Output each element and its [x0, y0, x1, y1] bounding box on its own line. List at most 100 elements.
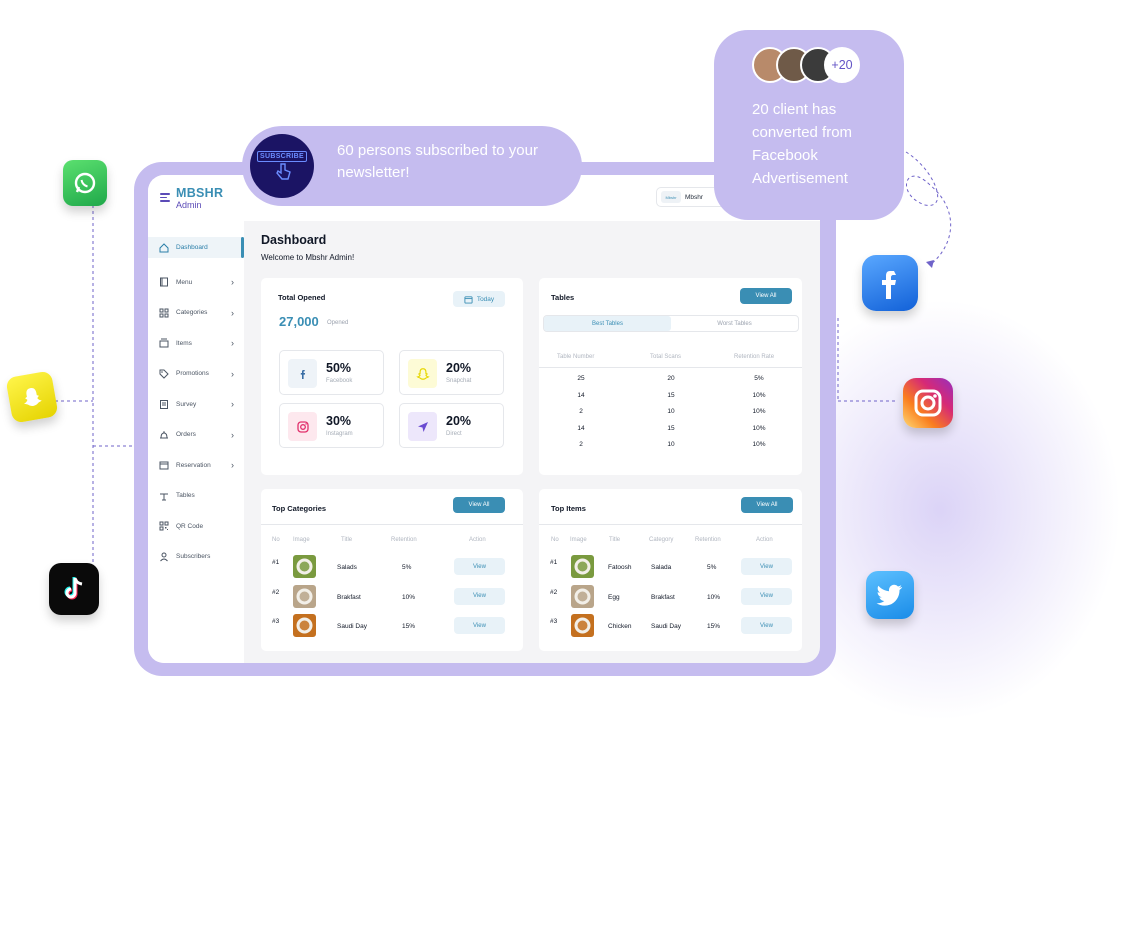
view-button[interactable]: View	[741, 587, 792, 605]
sidebar-item-label: Dashboard	[176, 244, 208, 251]
sidebar-item-promotions[interactable]: Promotions ›	[148, 359, 244, 390]
col-action: Action	[469, 537, 486, 543]
stat-percent: 20%	[446, 361, 472, 375]
table-header-divider	[539, 367, 802, 368]
facebook-conversion-text: 20 client has converted from Facebook Ad…	[752, 101, 853, 187]
table-icon	[159, 491, 169, 501]
categories-view-all-button[interactable]: View All	[453, 497, 505, 513]
row-retention: 5%	[707, 564, 717, 571]
tables-title: Tables	[551, 293, 575, 302]
sidebar-item-label: Promotions	[176, 370, 209, 378]
table-cell: 10	[667, 441, 675, 448]
tab-worst-tables[interactable]: Worst Tables	[671, 316, 798, 331]
tiktok-icon	[49, 563, 99, 615]
row-rank: #3	[550, 618, 558, 625]
menu-book-icon	[159, 277, 169, 287]
row-rank: #3	[272, 618, 280, 625]
row-category: Saudi Day	[651, 623, 681, 630]
stat-direct: 20% Direct	[399, 403, 504, 448]
stat-snapchat: 20% Snapchat	[399, 350, 504, 395]
sidebar-item-label: Tables	[176, 492, 195, 500]
total-opened-title: Total Opened	[278, 293, 326, 302]
stat-facebook: 50% Facebook	[279, 350, 384, 395]
sidebar: MBSHR Admin Dashboard Menu › Categories › Ite…	[148, 175, 244, 663]
table-cell: 15	[667, 391, 675, 399]
row-retention: 15%	[402, 623, 416, 630]
top-items-title: Top Items	[551, 504, 586, 513]
subscribe-icon-text: SUBSCRIBE	[257, 150, 307, 162]
sidebar-item-items[interactable]: Items ›	[148, 328, 244, 359]
qr-icon	[159, 521, 169, 531]
sidebar-item-label: Subscribers	[176, 553, 211, 561]
food-image	[571, 584, 594, 608]
home-icon	[159, 242, 169, 253]
tab-best-tables[interactable]: Best Tables	[544, 316, 671, 331]
sidebar-item-categories[interactable]: Categories ›	[148, 298, 244, 329]
chevron-right-icon: ›	[231, 307, 234, 318]
calendar-icon	[159, 460, 169, 470]
facebook-icon	[288, 359, 317, 388]
col-title: Title	[341, 537, 353, 543]
row-title: Fatoosh	[608, 564, 632, 571]
row-rank: #2	[272, 588, 280, 596]
sidebar-item-subscribers[interactable]: Subscribers	[148, 542, 244, 573]
sidebar-item-dashboard[interactable]: Dashboard	[148, 237, 244, 258]
col-action: Action	[756, 537, 773, 543]
sidebar-item-label: Survey	[176, 400, 197, 408]
tables-view-all-button[interactable]: View All	[740, 288, 792, 304]
chevron-right-icon: ›	[231, 399, 234, 410]
user-icon	[159, 552, 169, 562]
sidebar-item-orders[interactable]: Orders ›	[148, 420, 244, 451]
col-image: Image	[570, 537, 587, 543]
calendar-icon	[464, 295, 473, 304]
sidebar-item-qr-code[interactable]: QR Code	[148, 511, 244, 542]
sidebar-item-survey[interactable]: Survey ›	[148, 389, 244, 420]
tables-card: Tables View All Best Tables Worst Tables…	[539, 278, 802, 475]
col-image: Image	[293, 537, 310, 543]
table-cell: 10%	[752, 408, 766, 415]
total-opened-value: 27,000	[279, 314, 319, 329]
date-filter-button[interactable]: Today	[453, 291, 505, 307]
tables-tabs: Best Tables Worst Tables	[543, 315, 799, 332]
row-category: Salada	[651, 564, 672, 571]
table-row: #2 Egg Brakfast 10% View	[539, 584, 802, 609]
sidebar-item-tables[interactable]: Tables	[148, 481, 244, 512]
table-cell: 10%	[752, 424, 766, 432]
col-no: No	[551, 537, 559, 543]
view-button[interactable]: View	[741, 617, 792, 634]
view-button[interactable]: View	[454, 558, 505, 575]
col-category: Category	[649, 537, 674, 543]
chevron-right-icon: ›	[231, 277, 234, 288]
chevron-right-icon: ›	[231, 460, 234, 471]
sidebar-item-label: QR Code	[176, 522, 204, 530]
chevron-right-icon: ›	[231, 338, 234, 349]
stat-percent: 50%	[326, 361, 352, 375]
cloche-icon	[159, 430, 169, 440]
view-button[interactable]: View	[741, 558, 792, 575]
row-title: Salads	[337, 564, 357, 571]
subscribe-notification: SUBSCRIBE 60 persons subscribed to your …	[242, 126, 582, 206]
view-button[interactable]: View	[454, 587, 505, 605]
table-row: #2 Brakfast 10% View	[261, 584, 523, 609]
row-title: Brakfast	[337, 593, 361, 601]
stat-label: Snapchat	[446, 378, 472, 384]
stat-label: Facebook	[326, 378, 353, 384]
table-row: #3 Saudi Day 15% View	[261, 614, 523, 638]
snapchat-icon	[408, 359, 437, 388]
sidebar-item-label: Categories	[176, 309, 208, 317]
user-logo: Mbshr	[661, 191, 681, 203]
col-retention-rate: Retention Rate	[734, 354, 775, 360]
menu-toggle-icon[interactable]	[160, 193, 170, 204]
items-icon	[159, 338, 169, 348]
brand: MBSHR Admin	[160, 187, 223, 210]
facebook-icon	[862, 255, 918, 311]
date-filter-label: Today	[476, 295, 495, 303]
view-button[interactable]: View	[454, 617, 505, 634]
items-view-all-button[interactable]: View All	[741, 497, 793, 513]
table-cell: 2	[579, 441, 583, 448]
sidebar-item-reservation[interactable]: Reservation ›	[148, 450, 244, 481]
sidebar-item-menu[interactable]: Menu ›	[148, 267, 244, 298]
sidebar-item-label: Orders	[176, 431, 196, 439]
card-divider	[539, 524, 802, 525]
stat-instagram: 30% Instagram	[279, 403, 384, 448]
